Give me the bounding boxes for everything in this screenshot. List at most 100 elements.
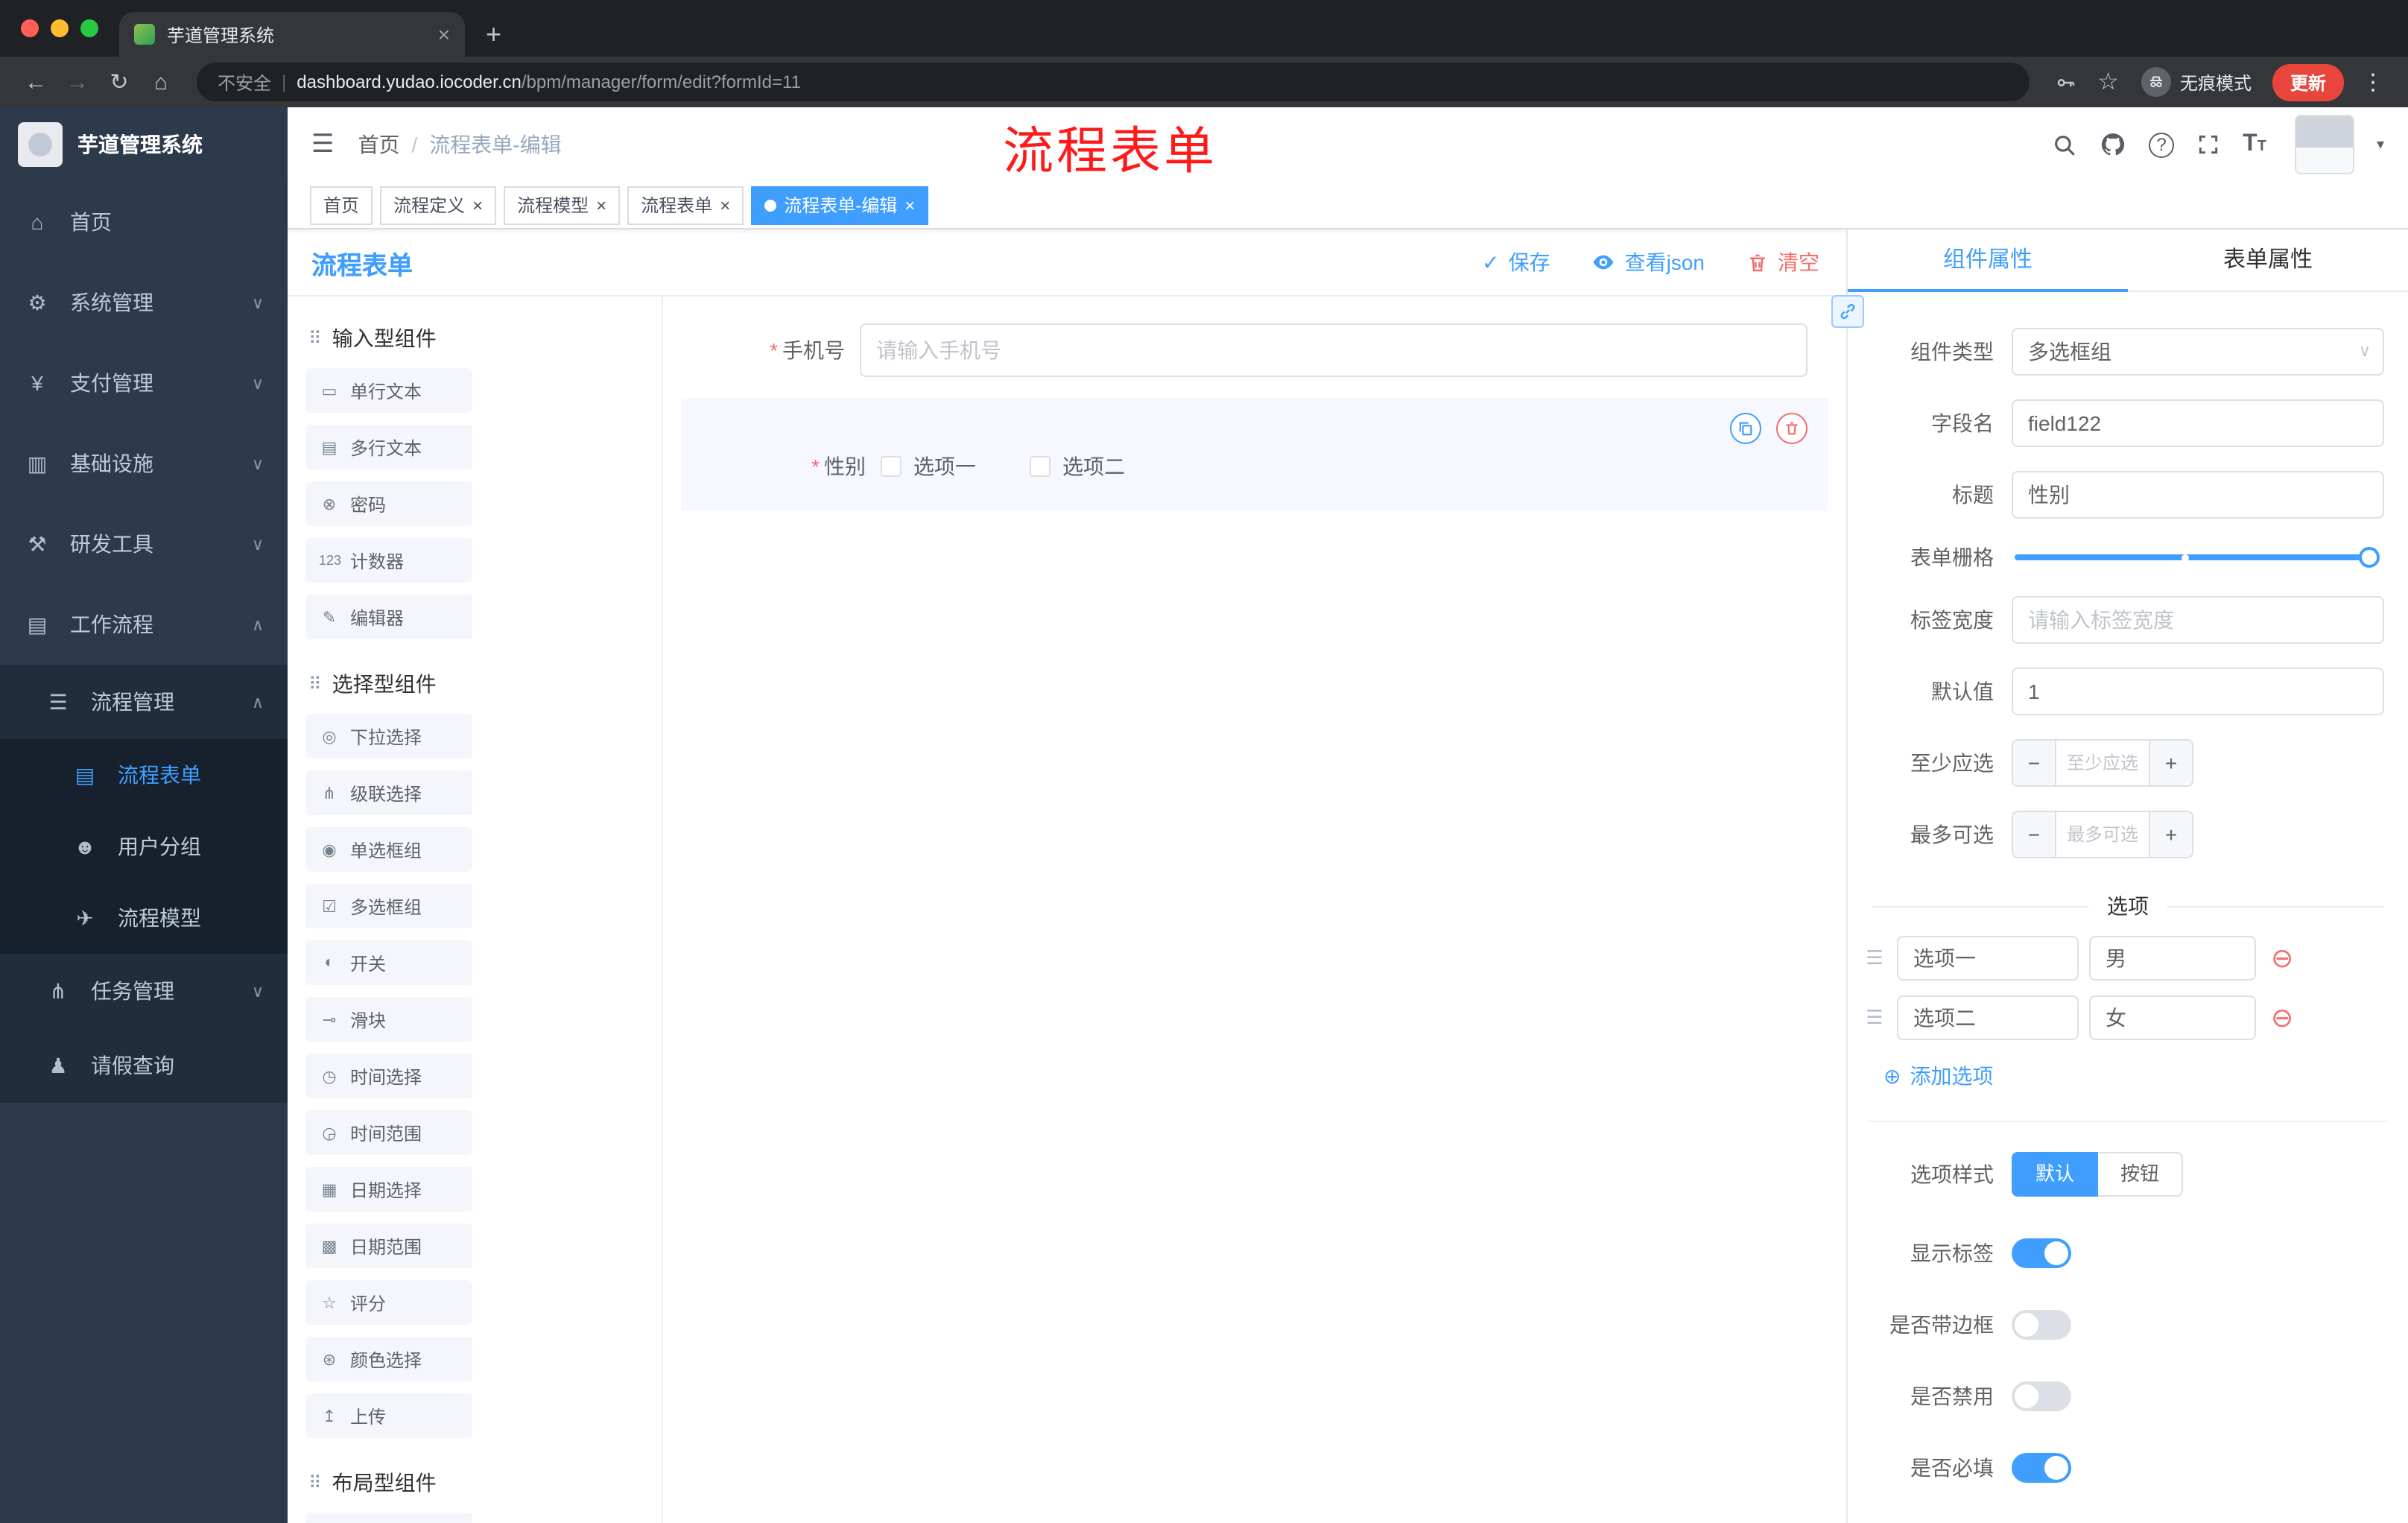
tag-process-model[interactable]: 流程模型 ×: [504, 186, 621, 224]
link-icon[interactable]: [1831, 295, 1864, 328]
font-size-icon[interactable]: TT: [2243, 131, 2266, 158]
slider-handle[interactable]: [2359, 547, 2380, 568]
home-button[interactable]: ⌂: [140, 69, 182, 95]
sidebar-item-user-group[interactable]: ☻ 用户分组: [0, 811, 288, 882]
sidebar-item-leave-query[interactable]: ♟ 请假查询: [0, 1028, 288, 1103]
palette-item-row-container[interactable]: ▣行容器: [305, 1513, 472, 1523]
required-switch[interactable]: [2012, 1453, 2071, 1483]
sidebar-item-process-management[interactable]: ☰ 流程管理 ∧: [0, 665, 288, 739]
drag-handle-icon[interactable]: ☰: [1863, 946, 1886, 970]
tab-component-props[interactable]: 组件属性: [1848, 229, 2128, 292]
save-button[interactable]: ✓ 保存: [1482, 247, 1550, 277]
security-warning-label[interactable]: 不安全: [218, 69, 271, 95]
option-value-input[interactable]: [2089, 936, 2256, 981]
palette-item-single-line-text[interactable]: ▭ 单行文本: [305, 368, 472, 413]
tag-process-form-edit[interactable]: 流程表单-编辑 ×: [751, 186, 929, 224]
tag-close-icon[interactable]: ×: [596, 196, 606, 214]
palette-item-upload[interactable]: ↥ 上传: [305, 1393, 472, 1438]
palette-item-password[interactable]: ⊗ 密码: [305, 481, 472, 526]
palette-item-multi-line-text[interactable]: ▤ 多行文本: [305, 425, 472, 469]
fullscreen-icon[interactable]: [2196, 133, 2220, 156]
style-button-button[interactable]: 按钮: [2098, 1152, 2184, 1197]
component-type-select[interactable]: ∨: [2012, 328, 2384, 376]
delete-widget-button[interactable]: [1776, 413, 1807, 444]
tag-process-definition[interactable]: 流程定义 ×: [380, 186, 497, 224]
tag-home[interactable]: 首页: [310, 186, 373, 224]
gender-option1-checkbox[interactable]: 选项一: [881, 452, 976, 481]
palette-item-counter[interactable]: 123 计数器: [305, 538, 472, 583]
avatar[interactable]: [2294, 115, 2354, 174]
palette-item-radio-group[interactable]: ◉ 单选框组: [305, 827, 472, 872]
back-button[interactable]: ←: [15, 69, 57, 95]
browser-tab[interactable]: 芋道管理系统 ×: [119, 12, 465, 57]
max-select-value[interactable]: 最多可选: [2056, 812, 2149, 857]
sidebar-item-payment-management[interactable]: ¥ 支付管理 ∨: [0, 343, 288, 423]
copy-widget-button[interactable]: [1730, 413, 1761, 444]
gender-field-widget-selected[interactable]: 性别 选项一 选项二: [681, 398, 1828, 511]
tag-close-icon[interactable]: ×: [720, 196, 730, 214]
clear-button[interactable]: 清空: [1746, 247, 1819, 277]
field-name-input[interactable]: [2012, 399, 2384, 447]
palette-item-checkbox-group[interactable]: ☑ 多选框组: [305, 884, 472, 928]
sidebar-item-infrastructure[interactable]: ▥ 基础设施 ∨: [0, 423, 288, 504]
minimize-window-button[interactable]: [51, 19, 69, 37]
palette-item-select[interactable]: ◎ 下拉选择: [305, 714, 472, 759]
palette-item-cascader[interactable]: ⋔ 级联选择: [305, 770, 472, 815]
disabled-switch[interactable]: [2012, 1381, 2071, 1411]
palette-item-editor[interactable]: ✎ 编辑器: [305, 595, 472, 639]
palette-item-color-picker[interactable]: ⊛ 颜色选择: [305, 1337, 472, 1381]
tag-close-icon[interactable]: ×: [472, 196, 483, 214]
sidebar-item-task-management[interactable]: ⋔ 任务管理 ∨: [0, 954, 288, 1028]
sidebar-item-home[interactable]: ⌂ 首页: [0, 182, 288, 262]
palette-item-date-picker[interactable]: ▦ 日期选择: [305, 1167, 472, 1212]
decrease-button[interactable]: −: [2013, 741, 2056, 785]
component-type-value[interactable]: [2012, 328, 2384, 376]
address-bar[interactable]: 不安全 | dashboard.yudao.iocoder.cn/bpm/man…: [197, 63, 2030, 101]
forward-button[interactable]: →: [57, 69, 98, 95]
option-label-input[interactable]: [1897, 936, 2079, 981]
update-button[interactable]: 更新: [2272, 63, 2344, 101]
gender-option2-checkbox[interactable]: 选项二: [1030, 452, 1125, 481]
option-label-input[interactable]: [1897, 995, 2079, 1040]
sidebar-item-process-form[interactable]: ▤ 流程表单: [0, 739, 288, 811]
bookmark-star-icon[interactable]: ☆: [2097, 67, 2119, 97]
option-value-input[interactable]: [2089, 995, 2256, 1040]
phone-field-widget[interactable]: 手机号: [681, 317, 1828, 383]
github-icon[interactable]: [2100, 131, 2126, 158]
browser-menu-icon[interactable]: ⋮: [2362, 69, 2384, 95]
drag-handle-icon[interactable]: ☰: [1863, 1006, 1886, 1030]
increase-button[interactable]: +: [2149, 812, 2192, 857]
sidebar-item-workflow[interactable]: ▤ 工作流程 ∧: [0, 584, 288, 665]
close-window-button[interactable]: [21, 19, 39, 37]
palette-item-switch[interactable]: ◐ 开关: [305, 940, 472, 985]
view-json-button[interactable]: 查看json: [1592, 247, 1705, 277]
sidebar-item-process-model[interactable]: ✈ 流程模型: [0, 882, 288, 954]
breadcrumb-home[interactable]: 首页: [358, 130, 400, 159]
palette-item-rate[interactable]: ☆ 评分: [305, 1280, 472, 1325]
tag-close-icon[interactable]: ×: [904, 196, 915, 214]
reload-button[interactable]: ↻: [98, 69, 140, 95]
palette-item-slider[interactable]: ⊸ 滑块: [305, 997, 472, 1042]
avatar-caret-icon[interactable]: ▾: [2377, 136, 2384, 153]
default-value-input[interactable]: [2012, 668, 2384, 715]
sidebar-collapse-icon[interactable]: ☰: [311, 130, 335, 159]
label-width-input[interactable]: [2012, 596, 2384, 644]
increase-button[interactable]: +: [2149, 741, 2192, 785]
sidebar-item-dev-tools[interactable]: ⚒ 研发工具 ∨: [0, 504, 288, 584]
tab-form-props[interactable]: 表单属性: [2128, 229, 2408, 291]
search-icon[interactable]: [2052, 132, 2077, 157]
sidebar-item-system-management[interactable]: ⚙ 系统管理 ∨: [0, 262, 288, 343]
palette-item-time-picker[interactable]: ◷ 时间选择: [305, 1054, 472, 1098]
remove-option-icon[interactable]: ⊖: [2271, 945, 2293, 972]
tag-process-form[interactable]: 流程表单 ×: [627, 186, 744, 224]
help-icon[interactable]: ?: [2149, 132, 2175, 157]
decrease-button[interactable]: −: [2013, 812, 2056, 857]
password-key-icon[interactable]: [2054, 71, 2076, 93]
style-default-button[interactable]: 默认: [2012, 1152, 2099, 1197]
min-select-value[interactable]: 至少应选: [2056, 741, 2149, 785]
form-canvas[interactable]: 手机号: [663, 297, 1846, 1523]
new-tab-button[interactable]: +: [486, 19, 501, 51]
form-grid-slider[interactable]: [2015, 547, 2380, 568]
maximize-window-button[interactable]: [80, 19, 98, 37]
border-switch[interactable]: [2012, 1310, 2071, 1340]
